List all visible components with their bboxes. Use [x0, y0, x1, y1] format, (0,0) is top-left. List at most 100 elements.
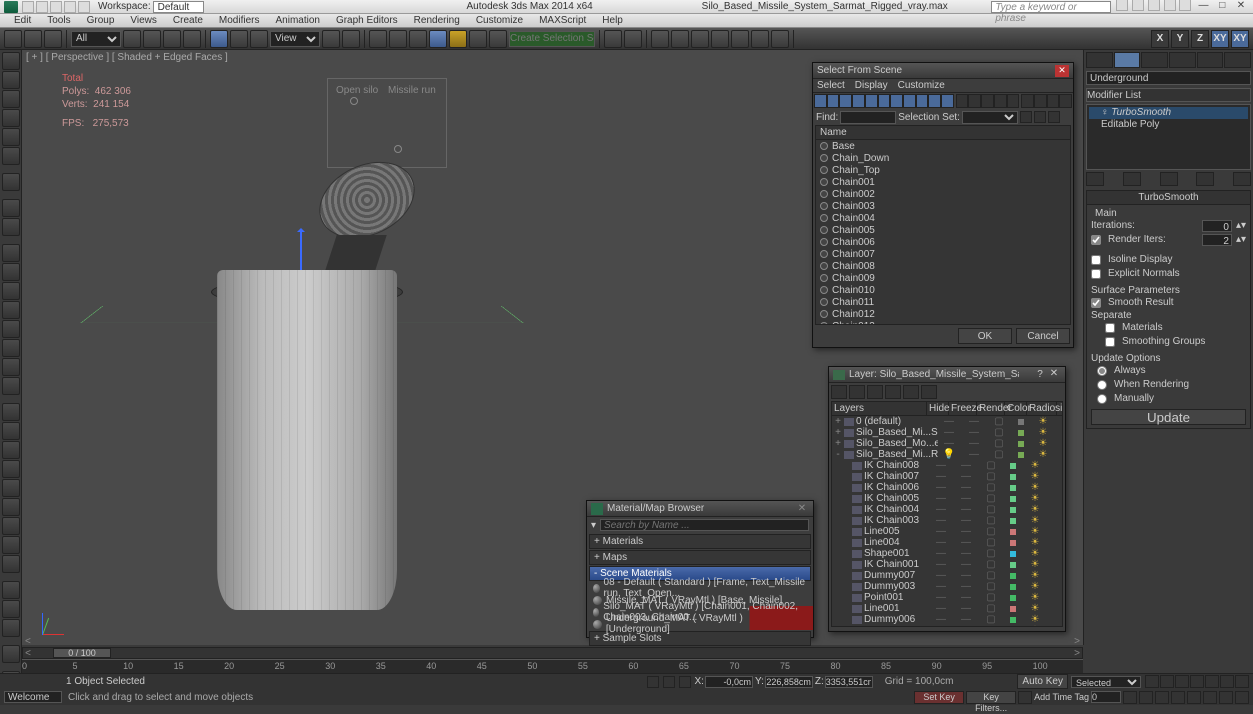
exchange-icon[interactable] [1148, 0, 1160, 11]
freeze-cell[interactable]: — [952, 570, 980, 581]
sel-filter-19-icon[interactable] [1034, 94, 1047, 108]
hide-cell[interactable]: — [930, 614, 952, 625]
qat-open-icon[interactable] [36, 1, 48, 13]
maps-category[interactable]: + Maps [589, 550, 811, 565]
hide-cell[interactable]: — [930, 625, 952, 627]
col-color[interactable]: Color [1005, 402, 1027, 415]
render-cell[interactable]: ▢ [980, 460, 1002, 471]
col-radiosity[interactable]: Radiosity [1027, 402, 1057, 415]
hide-cell[interactable]: — [938, 438, 960, 449]
new-layer-icon[interactable] [831, 385, 847, 399]
render-cell[interactable]: ▢ [980, 504, 1002, 515]
smoothing-groups-checkbox[interactable] [1105, 337, 1115, 347]
qat-new-icon[interactable] [22, 1, 34, 13]
left-tool-18-icon[interactable] [2, 358, 20, 376]
timeline-next-icon[interactable]: > [1074, 636, 1080, 645]
layer-object-row[interactable]: IK Chain007——▢☀ [832, 471, 1062, 482]
color-swatch[interactable] [1010, 474, 1016, 480]
schematic-view-button[interactable] [651, 30, 669, 48]
select-object-button[interactable] [123, 30, 141, 48]
material-item[interactable]: 08 - Default ( Standard ) [Frame, Text_M… [587, 582, 813, 594]
time-ruler[interactable]: 0510152025303540455055606570758085909510… [22, 659, 1083, 673]
sel-filter-2-icon[interactable] [839, 94, 852, 108]
sel-filter-10-icon[interactable] [941, 94, 954, 108]
redo-button[interactable] [24, 30, 42, 48]
render-cell[interactable]: ▢ [988, 438, 1010, 449]
radiosity-cell[interactable]: ☀ [1024, 614, 1046, 625]
render-cell[interactable]: ▢ [980, 493, 1002, 504]
sel-filter-20-icon[interactable] [1047, 94, 1060, 108]
layer-row[interactable]: -Silo_Based_Mi...Rigged_H💡—▢☀ [832, 449, 1062, 460]
help-icon[interactable] [1179, 0, 1191, 11]
color-swatch[interactable] [1010, 595, 1016, 601]
render-iters-checkbox[interactable] [1091, 235, 1101, 245]
hide-cell[interactable]: — [930, 559, 952, 570]
left-tool-21-icon[interactable] [2, 403, 20, 421]
rotate-button[interactable] [230, 30, 248, 48]
render-cell[interactable]: ▢ [980, 581, 1002, 592]
freeze-cell[interactable]: — [960, 416, 988, 427]
subscription-icon[interactable] [1132, 0, 1144, 11]
sel-menu-display[interactable]: Display [855, 80, 888, 91]
radiosity-cell[interactable]: ☀ [1024, 559, 1046, 570]
color-swatch[interactable] [1010, 485, 1016, 491]
radiosity-cell[interactable]: ☀ [1024, 515, 1046, 526]
options-arrow-icon[interactable]: ▾ [591, 520, 596, 531]
goto-start-icon[interactable] [1145, 675, 1159, 688]
freeze-cell[interactable]: — [952, 559, 980, 570]
freeze-cell[interactable]: — [952, 537, 980, 548]
favorites-icon[interactable] [1164, 0, 1176, 11]
z-coord-input[interactable] [825, 676, 873, 688]
spinner-snap-button[interactable] [429, 30, 447, 48]
left-tool-2-icon[interactable] [2, 90, 20, 108]
maxscript-listener[interactable]: Welcome to M [4, 691, 62, 703]
selection-lock-icon[interactable] [679, 676, 691, 688]
ref-coord-dropdown[interactable]: View [270, 31, 320, 47]
freeze-cell[interactable]: — [952, 581, 980, 592]
link-button[interactable] [44, 30, 62, 48]
nav-fov-icon[interactable] [1171, 691, 1185, 704]
selection-filter-dropdown[interactable]: All [71, 31, 121, 47]
radiosity-cell[interactable]: ☀ [1024, 537, 1046, 548]
hide-cell[interactable]: — [938, 427, 960, 438]
radiosity-cell[interactable]: ☀ [1024, 592, 1046, 603]
render-iters-spinner[interactable]: 2 [1202, 234, 1232, 246]
close-button[interactable]: ✕ [1233, 1, 1249, 13]
scene-item[interactable]: Chain_Top [816, 164, 1070, 176]
axis-z-button[interactable]: Z [1191, 30, 1209, 48]
snap-toggle-button[interactable] [369, 30, 387, 48]
rollout-header[interactable]: TurboSmooth [1087, 191, 1250, 205]
left-tool-17-icon[interactable] [2, 339, 20, 357]
render-cell[interactable]: ▢ [980, 603, 1002, 614]
menu-modifiers[interactable]: Modifiers [211, 15, 268, 26]
tab-hierarchy-icon[interactable] [1141, 52, 1168, 68]
when-rendering-radio[interactable] [1097, 380, 1107, 390]
tab-utilities-icon[interactable] [1224, 52, 1251, 68]
left-tool-32-icon[interactable] [2, 600, 20, 618]
window-crossing-button[interactable] [183, 30, 201, 48]
color-swatch[interactable] [1010, 518, 1016, 524]
sel-filter-3-icon[interactable] [852, 94, 865, 108]
isoline-checkbox[interactable] [1091, 255, 1101, 265]
hide-cell[interactable]: — [930, 504, 952, 515]
object-name-input[interactable] [1086, 71, 1251, 85]
layer-object-row[interactable]: Dummy007——▢☀ [832, 570, 1062, 581]
left-tool-25-icon[interactable] [2, 479, 20, 497]
left-tool-35-icon[interactable] [2, 645, 20, 663]
nav-zoom-extents-icon[interactable] [1155, 691, 1169, 704]
layer-object-row[interactable]: Line001——▢☀ [832, 603, 1062, 614]
freeze-cell[interactable]: — [952, 460, 980, 471]
left-tool-14-icon[interactable] [2, 282, 20, 300]
setkey-button[interactable]: Set Key [914, 691, 964, 704]
mirror-button[interactable] [469, 30, 487, 48]
always-radio[interactable] [1097, 366, 1107, 376]
highlight-select-icon[interactable] [903, 385, 919, 399]
radiosity-cell[interactable]: ☀ [1024, 482, 1046, 493]
layer-object-row[interactable]: IK Chain001——▢☀ [832, 559, 1062, 570]
ok-button[interactable]: OK [958, 328, 1012, 344]
play-icon[interactable] [1175, 675, 1189, 688]
manipulate-button[interactable] [342, 30, 360, 48]
render-cell[interactable]: ▢ [980, 614, 1002, 625]
add-to-layer-icon[interactable] [867, 385, 883, 399]
hide-cell[interactable]: — [930, 537, 952, 548]
